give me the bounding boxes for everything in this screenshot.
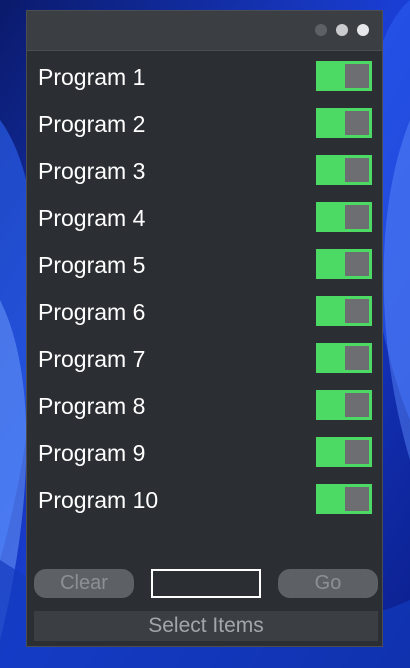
program-label: Program 4 [38,205,146,231]
program-label: Program 9 [38,440,146,466]
select-items-button[interactable]: Select Items [34,611,378,641]
go-button[interactable]: Go [278,569,378,598]
toggle-knob [345,64,369,88]
toggle-knob [345,440,369,464]
program-row: Program 2 [27,102,382,149]
window-control-dot-icon[interactable] [336,24,348,36]
program-row: Program 6 [27,290,382,337]
window-control-dot-icon[interactable] [315,24,327,36]
program-toggle[interactable] [316,296,372,326]
program-label: Program 1 [38,64,146,90]
toggle-knob [345,393,369,417]
program-toggle[interactable] [316,484,372,514]
program-toggle[interactable] [316,202,372,232]
program-label: Program 5 [38,252,146,278]
program-row: Program 4 [27,196,382,243]
program-label: Program 2 [38,111,146,137]
program-toggle[interactable] [316,249,372,279]
program-toggle[interactable] [316,390,372,420]
toggle-knob [345,299,369,323]
program-row: Program 5 [27,243,382,290]
program-label: Program 3 [38,158,146,184]
program-list: Program 1 Program 2 Program 3 Program 4 … [27,55,382,525]
program-toggle[interactable] [316,343,372,373]
program-row: Program 9 [27,431,382,478]
program-label: Program 10 [38,487,159,513]
toggle-knob [345,158,369,182]
program-label: Program 8 [38,393,146,419]
program-toggle[interactable] [316,155,372,185]
title-bar[interactable] [27,11,382,51]
program-row: Program 1 [27,55,382,102]
program-selector-window: Program 1 Program 2 Program 3 Program 4 … [26,10,383,647]
program-label: Program 6 [38,299,146,325]
program-row: Program 7 [27,337,382,384]
toggle-knob [345,111,369,135]
text-input-field[interactable] [151,569,261,598]
program-row: Program 3 [27,149,382,196]
toggle-knob [345,205,369,229]
window-control-dot-icon[interactable] [357,24,369,36]
toggle-knob [345,487,369,511]
program-toggle[interactable] [316,61,372,91]
program-label: Program 7 [38,346,146,372]
program-toggle[interactable] [316,108,372,138]
program-toggle[interactable] [316,437,372,467]
toggle-knob [345,346,369,370]
clear-button[interactable]: Clear [34,569,134,598]
program-row: Program 10 [27,478,382,525]
toggle-knob [345,252,369,276]
program-row: Program 8 [27,384,382,431]
